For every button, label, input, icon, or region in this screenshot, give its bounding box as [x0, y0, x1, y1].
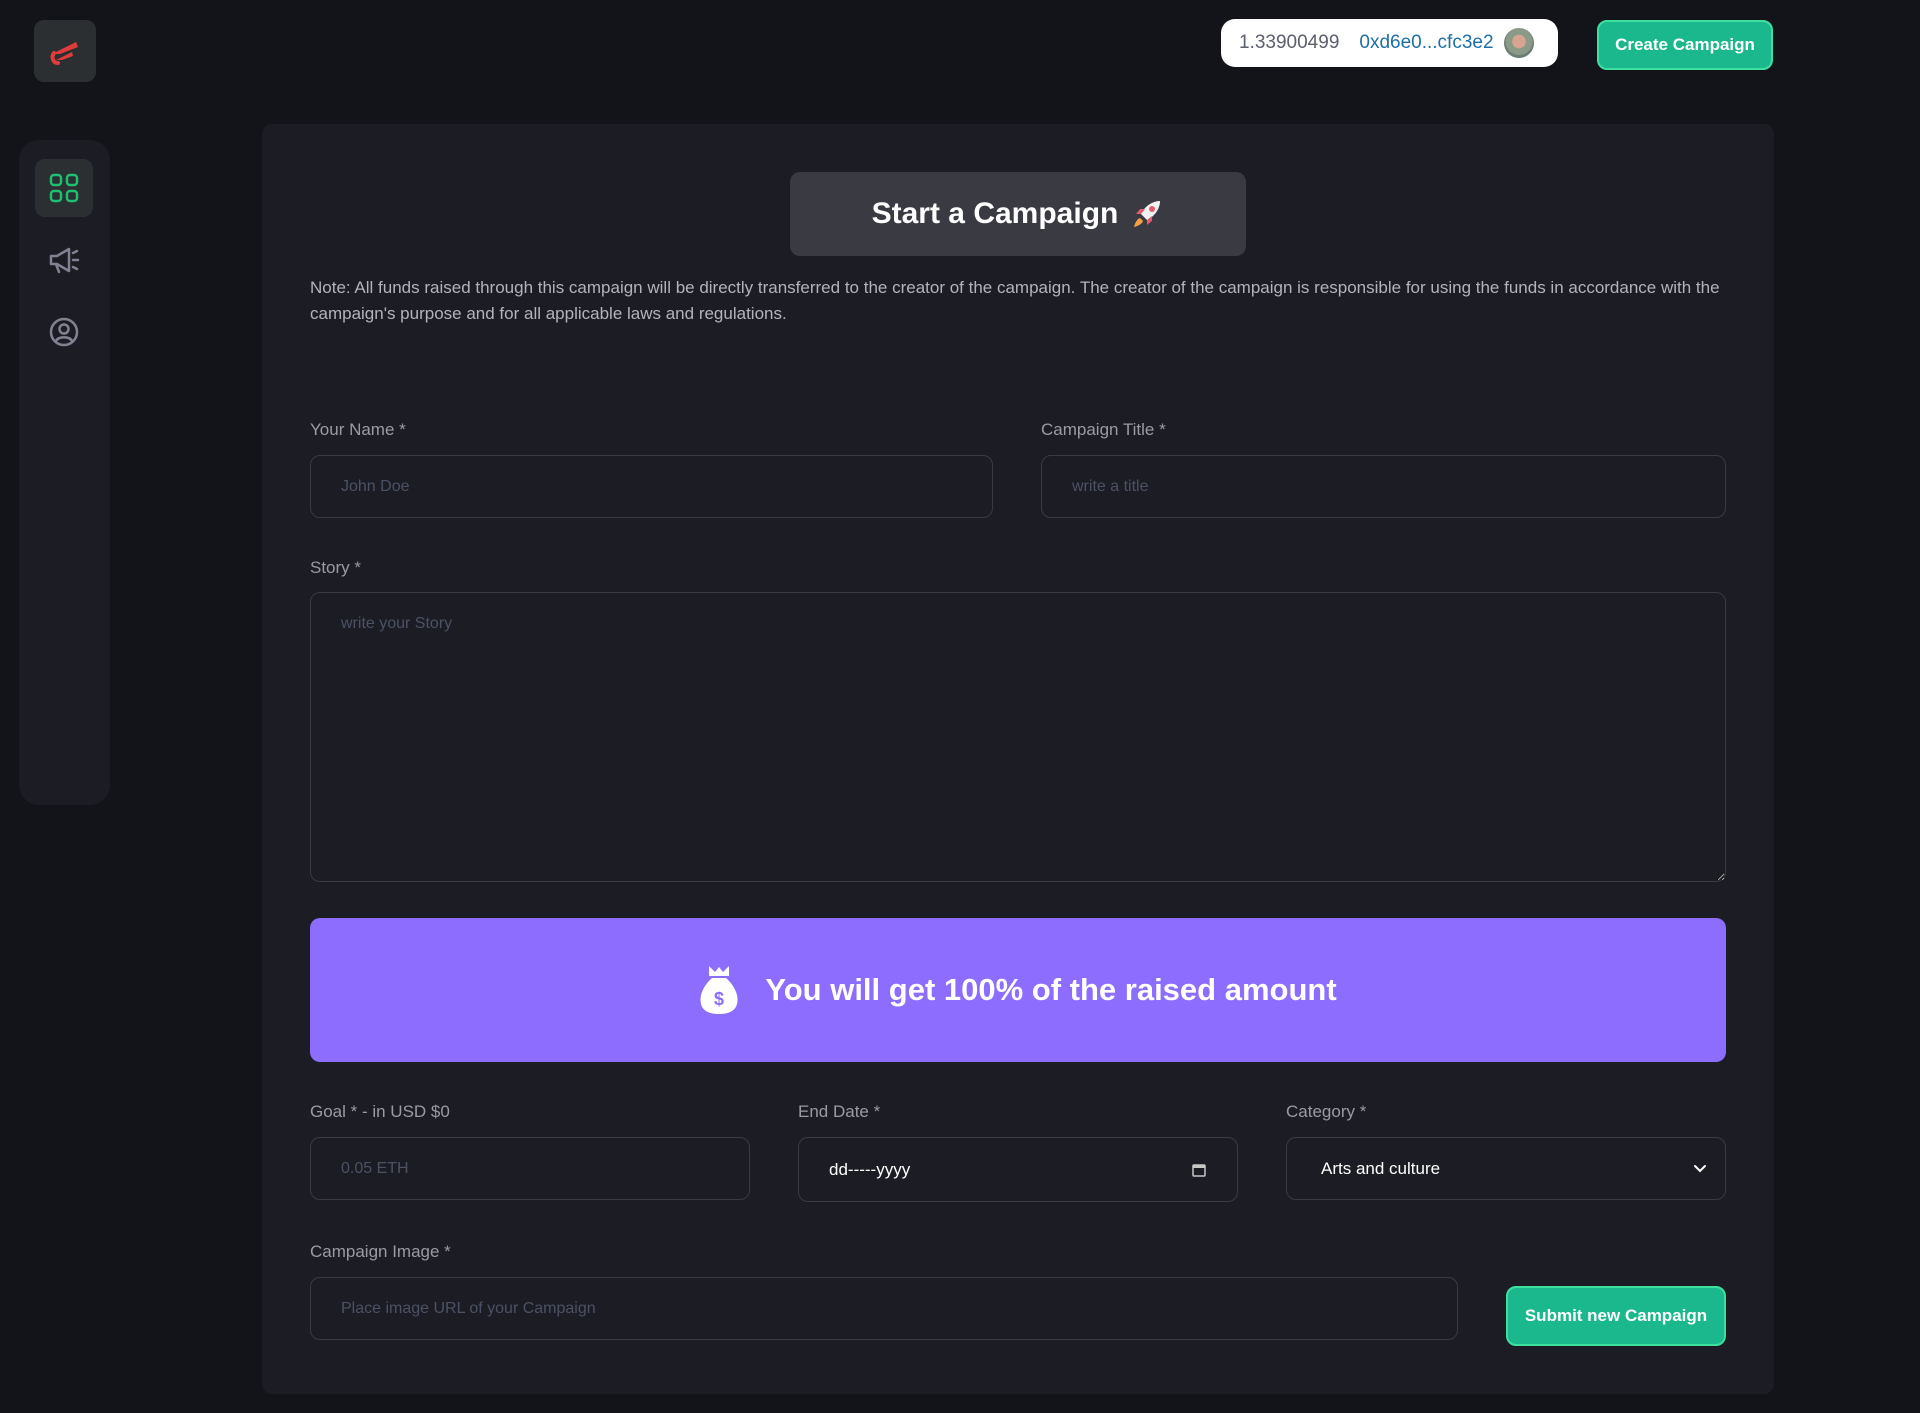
name-label: Your Name *	[310, 420, 406, 439]
page-title: Start a Campaign	[790, 172, 1246, 256]
sidebar-item-profile[interactable]	[35, 303, 93, 361]
end-date-input[interactable]: dd-----yyyy	[798, 1137, 1238, 1202]
sidebar	[19, 140, 110, 805]
campaign-image-input[interactable]	[310, 1277, 1458, 1340]
disclaimer-note: Note: All funds raised through this camp…	[310, 278, 1720, 323]
story-textarea[interactable]	[310, 592, 1726, 882]
wallet-balance: 1.33900499	[1239, 32, 1340, 53]
name-input[interactable]	[310, 455, 993, 518]
sidebar-item-campaign[interactable]	[35, 231, 93, 289]
goal-input[interactable]	[310, 1137, 750, 1200]
campaign-title-label: Campaign Title *	[1041, 420, 1166, 439]
banner-text: You will get 100% of the raised amount	[765, 972, 1337, 1007]
page-title-text: Start a Campaign	[871, 197, 1119, 230]
category-value: Arts and culture	[1321, 1158, 1441, 1178]
end-date-value: dd-----yyyy	[829, 1159, 911, 1179]
end-date-label: End Date *	[798, 1102, 881, 1121]
wallet-avatar	[1503, 28, 1534, 58]
campaign-title-input[interactable]	[1041, 455, 1726, 518]
chevron-down-icon	[1694, 1164, 1706, 1172]
logo-icon	[50, 42, 78, 65]
megaphone-icon	[49, 247, 80, 274]
money-bag-icon: $	[700, 966, 738, 1014]
create-campaign-button[interactable]: Create Campaign	[1597, 20, 1773, 70]
rocket-icon	[1130, 197, 1164, 231]
dashboard-icon	[49, 173, 79, 203]
calendar-icon[interactable]	[1191, 1162, 1207, 1178]
wallet-address: 0xd6e0...cfc3e2	[1359, 32, 1494, 53]
goal-label: Goal * - in USD $0	[310, 1102, 450, 1121]
svg-text:$: $	[714, 989, 724, 1009]
category-label: Category *	[1286, 1102, 1367, 1121]
sidebar-item-dashboard[interactable]	[35, 159, 93, 217]
payout-banner: $ You will get 100% of the raised amount	[310, 918, 1726, 1062]
app-logo[interactable]	[34, 20, 96, 82]
story-label: Story *	[310, 558, 362, 577]
submit-campaign-button[interactable]: Submit new Campaign	[1506, 1286, 1726, 1346]
campaign-image-label: Campaign Image *	[310, 1242, 451, 1261]
wallet-info[interactable]: 1.33900499 0xd6e0...cfc3e2	[1221, 19, 1558, 67]
category-select[interactable]: Arts and culture	[1286, 1137, 1726, 1200]
profile-icon	[49, 317, 79, 347]
